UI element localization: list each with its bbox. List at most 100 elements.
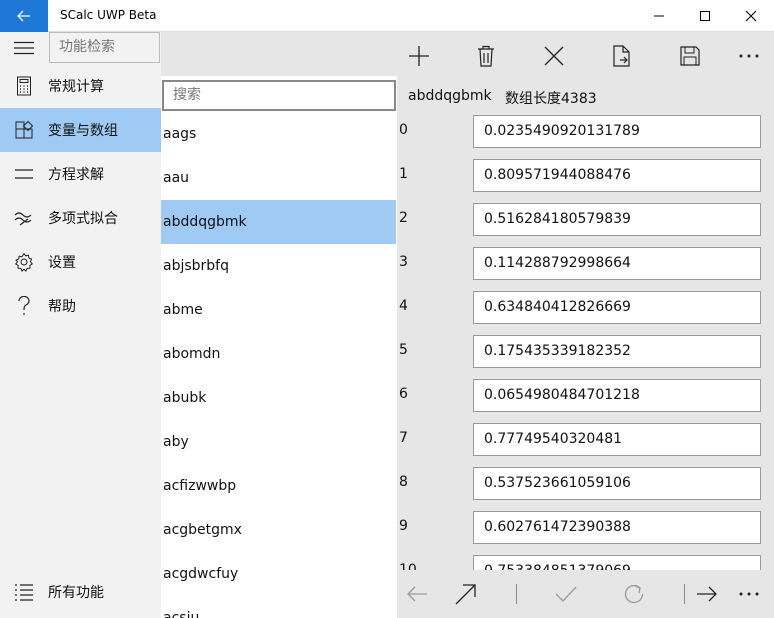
list-item[interactable]: abme xyxy=(161,288,396,332)
feature-search-input[interactable]: 功能检索 xyxy=(49,32,160,63)
row-index: 4 xyxy=(399,298,408,314)
array-value-field[interactable]: 0.114288792998664 xyxy=(473,247,761,280)
hamburger-button[interactable] xyxy=(0,32,48,64)
array-detail-pane: abddqgbmk 数组长度4383 0 0.0235490920131789 … xyxy=(397,32,774,618)
bottom-command-bar xyxy=(397,570,774,618)
polynomial-fit-icon xyxy=(0,196,48,240)
list-item[interactable]: abjsbrbfq xyxy=(161,244,396,288)
array-value-field[interactable]: 0.537523661059106 xyxy=(473,467,761,500)
nav-item-polynomial-fit[interactable]: 多项式拟合 xyxy=(0,196,161,240)
back-button[interactable] xyxy=(0,0,48,32)
nav-item-general-calc[interactable]: 常规计算 xyxy=(0,64,161,108)
list-item[interactable]: acgbetgmx xyxy=(161,508,396,552)
array-value-field[interactable]: 0.516284180579839 xyxy=(473,203,761,236)
nav-item-label: 所有功能 xyxy=(48,585,104,601)
separator xyxy=(516,584,517,604)
new-file-icon xyxy=(613,45,630,67)
more-button[interactable] xyxy=(729,574,769,614)
row-index: 2 xyxy=(399,210,408,226)
array-value-field[interactable]: 0.634840412826669 xyxy=(473,291,761,324)
array-value-field[interactable]: 0.0654980484701218 xyxy=(473,379,761,412)
row-index: 3 xyxy=(399,254,408,270)
confirm-button[interactable] xyxy=(546,574,586,614)
list-item[interactable]: aags xyxy=(161,112,396,156)
array-value-field[interactable]: 0.602761472390388 xyxy=(473,511,761,544)
save-icon xyxy=(680,46,700,66)
nav-item-all-features[interactable]: 所有功能 xyxy=(0,570,161,614)
nav-item-variables-arrays[interactable]: 变量与数组 xyxy=(0,108,161,152)
list-item[interactable]: abddqgbmk xyxy=(161,200,396,244)
minimize-button[interactable] xyxy=(636,0,682,32)
variable-search-input[interactable]: 搜索 xyxy=(162,80,396,111)
array-value-field[interactable]: 0.0235490920131789 xyxy=(473,115,761,148)
array-value-field[interactable]: 0.809571944088476 xyxy=(473,159,761,192)
navigation-pane: 功能检索 常规计算 变量与数组 方程求解 多项式拟合 设置 帮助 所有功能 xyxy=(0,32,161,618)
close-icon xyxy=(544,46,564,66)
back-arrow-icon xyxy=(17,10,30,22)
clear-button[interactable] xyxy=(532,36,576,76)
delete-icon xyxy=(478,45,494,67)
row-index: 8 xyxy=(399,474,408,490)
expand-button[interactable] xyxy=(446,574,486,614)
refresh-icon xyxy=(624,584,644,604)
nav-item-label: 设置 xyxy=(48,255,76,271)
command-bar xyxy=(397,32,774,80)
array-value-field[interactable]: 0.77749540320481 xyxy=(473,423,761,456)
gear-icon xyxy=(0,240,48,284)
list-item[interactable]: aby xyxy=(161,420,396,464)
variable-list-pane: 搜索 aags aau abddqgbmk abjsbrbfq abme abo… xyxy=(161,32,397,618)
array-length-label: 数组长度4383 xyxy=(505,91,597,107)
array-value-field[interactable]: 0.175435339182352 xyxy=(473,335,761,368)
add-button[interactable] xyxy=(397,36,441,76)
app-title: SCalc UWP Beta xyxy=(60,8,157,22)
row-index: 7 xyxy=(399,430,408,446)
row-index: 5 xyxy=(399,342,408,358)
row-index: 1 xyxy=(399,166,408,182)
nav-item-label: 帮助 xyxy=(48,299,76,315)
add-icon xyxy=(409,46,429,66)
variable-array-icon xyxy=(0,108,48,152)
close-icon xyxy=(745,10,757,22)
previous-button[interactable] xyxy=(397,574,437,614)
expand-icon xyxy=(455,584,476,605)
maximize-icon xyxy=(700,11,710,21)
title-bar: SCalc UWP Beta xyxy=(0,0,774,32)
check-icon xyxy=(555,586,577,602)
minimize-icon xyxy=(654,15,664,17)
delete-button[interactable] xyxy=(464,36,508,76)
close-window-button[interactable] xyxy=(728,0,774,32)
list-header-band xyxy=(161,32,397,76)
new-file-button[interactable] xyxy=(600,36,644,76)
all-features-icon xyxy=(0,570,48,614)
more-button[interactable] xyxy=(727,36,771,76)
row-index: 6 xyxy=(399,386,408,402)
nav-item-label: 常规计算 xyxy=(48,79,104,95)
calculator-icon xyxy=(0,64,48,108)
row-index: 9 xyxy=(399,518,408,534)
nav-item-help[interactable]: 帮助 xyxy=(0,284,161,328)
more-icon xyxy=(739,592,759,596)
list-item[interactable]: aau xyxy=(161,156,396,200)
equation-icon xyxy=(0,152,48,196)
save-button[interactable] xyxy=(668,36,712,76)
help-icon xyxy=(0,284,48,328)
maximize-button[interactable] xyxy=(682,0,728,32)
nav-item-label: 多项式拟合 xyxy=(48,211,118,227)
nav-item-settings[interactable]: 设置 xyxy=(0,240,161,284)
nav-item-equation-solving[interactable]: 方程求解 xyxy=(0,152,161,196)
list-item[interactable]: acsiu xyxy=(161,596,396,618)
back-arrow-icon xyxy=(407,586,427,602)
hamburger-icon xyxy=(14,41,34,55)
list-item[interactable]: abomdn xyxy=(161,332,396,376)
row-index: 0 xyxy=(399,122,408,138)
variable-name: abddqgbmk xyxy=(408,88,492,104)
list-item[interactable]: acfizwwbp xyxy=(161,464,396,508)
list-item[interactable]: abubk xyxy=(161,376,396,420)
separator xyxy=(684,584,685,604)
more-icon xyxy=(739,54,759,58)
list-item[interactable]: acgdwcfuy xyxy=(161,552,396,596)
forward-arrow-icon xyxy=(697,586,717,602)
next-button[interactable] xyxy=(687,574,727,614)
nav-item-label: 变量与数组 xyxy=(48,123,118,139)
refresh-button[interactable] xyxy=(614,574,654,614)
